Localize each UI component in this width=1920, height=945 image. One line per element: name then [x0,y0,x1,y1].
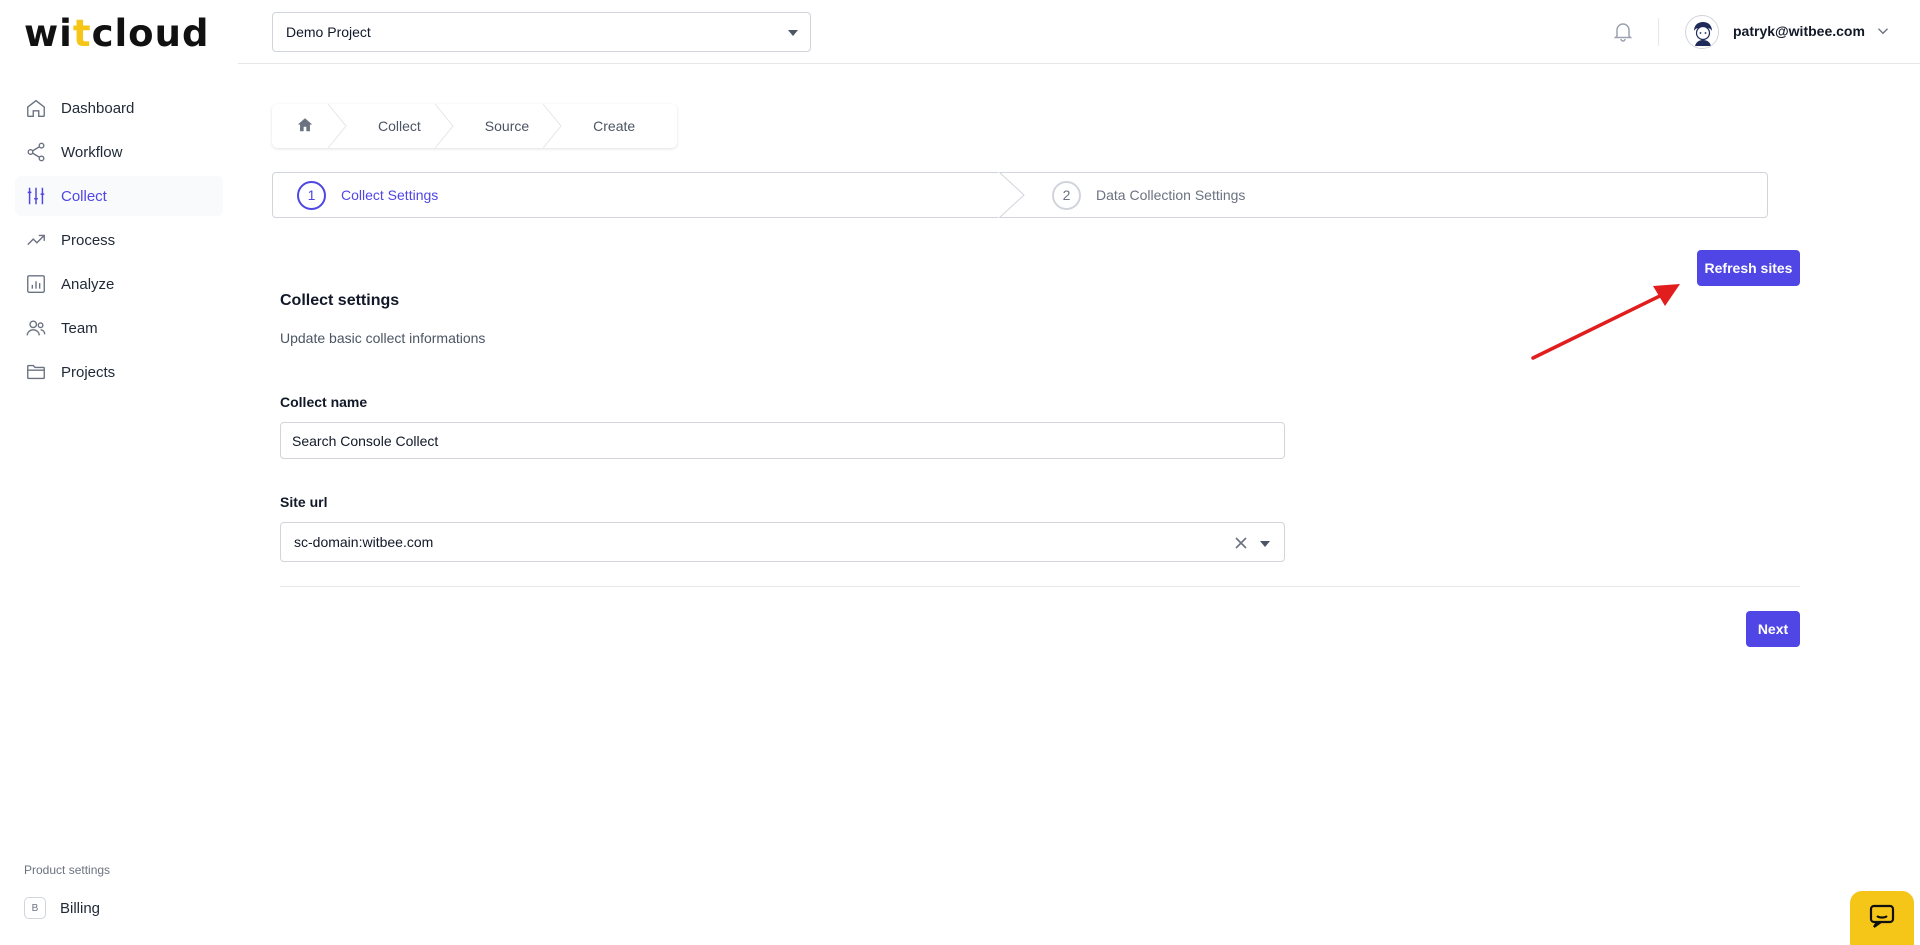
sidebar-item-label: Team [61,319,98,337]
collect-name-label: Collect name [280,394,368,410]
collect-name-input[interactable] [280,422,1285,459]
trending-up-icon [25,229,47,251]
sliders-icon [25,185,47,207]
user-avatar[interactable] [1685,15,1719,49]
step-data-collection-settings[interactable]: 2 Data Collection Settings [1012,173,1767,217]
annotation-arrow [1531,284,1680,360]
product-settings-heading: Product settings [24,863,111,877]
user-email[interactable]: patryk@witbee.com [1733,23,1865,39]
breadcrumb-source[interactable]: Source [445,104,562,148]
sidebar-item-label: Process [61,231,116,249]
witcloud-logo[interactable]: witcloud [24,12,209,55]
form-subtitle: Update basic collect informations [280,330,486,346]
next-button[interactable]: Next [1746,611,1800,647]
sidebar-item-label: Billing [60,899,101,917]
chevron-down-icon[interactable] [1874,22,1892,40]
sidebar-nav: Dashboard Workflow Collect Process Analy… [15,88,223,396]
breadcrumb-label: Create [593,118,636,134]
sidebar-item-team[interactable]: Team [15,308,223,348]
folder-icon [25,361,47,383]
sidebar-item-billing[interactable]: B Billing [24,897,100,919]
sidebar-item-label: Projects [61,363,116,381]
breadcrumb-label: Collect [378,118,421,134]
step-label: Data Collection Settings [1096,187,1246,203]
chat-widget[interactable] [1850,891,1914,945]
top-bar: Demo Project patryk@witbee.com [238,0,1920,64]
sidebar-item-process[interactable]: Process [15,220,223,260]
breadcrumb-create: Create [553,104,659,148]
topbar-divider [1658,18,1659,46]
project-select-value: Demo Project [286,24,371,40]
refresh-sites-button[interactable]: Refresh sites [1697,250,1800,286]
form-divider [280,586,1800,587]
bell-icon[interactable] [1611,19,1635,43]
home-icon [25,97,47,119]
chat-icon [1868,902,1896,935]
step-separator [998,172,1025,218]
caret-down-icon [788,30,798,36]
sidebar: witcloud Dashboard Workflow Collect Proc… [0,0,238,945]
sidebar-item-projects[interactable]: Projects [15,352,223,392]
step-collect-settings[interactable]: 1 Collect Settings [273,172,1025,218]
step-progress: 1 Collect Settings 2 Data Collection Set… [272,172,1768,218]
breadcrumb: Collect Source Create [272,104,678,148]
sidebar-item-workflow[interactable]: Workflow [15,132,223,172]
bar-chart-icon [25,273,47,295]
step-label: Collect Settings [341,187,439,203]
step-number: 2 [1052,180,1081,210]
step-number: 1 [297,180,326,210]
site-url-value: sc-domain:witbee.com [294,534,434,550]
site-url-label: Site url [280,494,328,510]
sidebar-item-analyze[interactable]: Analyze [15,264,223,304]
project-select[interactable]: Demo Project [272,12,811,52]
breadcrumb-label: Source [484,118,530,134]
sidebar-item-label: Collect [61,187,107,205]
breadcrumb-home[interactable] [272,104,347,148]
billing-badge: B [24,897,46,919]
breadcrumb-collect[interactable]: Collect [338,104,454,148]
sidebar-item-label: Dashboard [61,99,135,117]
sidebar-item-dashboard[interactable]: Dashboard [15,88,223,128]
sidebar-item-label: Workflow [61,143,123,161]
share-icon [25,141,47,163]
clear-icon[interactable] [1234,536,1248,550]
sidebar-item-label: Analyze [61,275,115,293]
caret-down-icon[interactable] [1260,541,1270,547]
users-icon [25,317,47,339]
sidebar-item-collect[interactable]: Collect [15,176,223,216]
site-url-select[interactable]: sc-domain:witbee.com [280,522,1285,562]
home-icon [296,116,314,137]
form-title: Collect settings [280,292,400,309]
